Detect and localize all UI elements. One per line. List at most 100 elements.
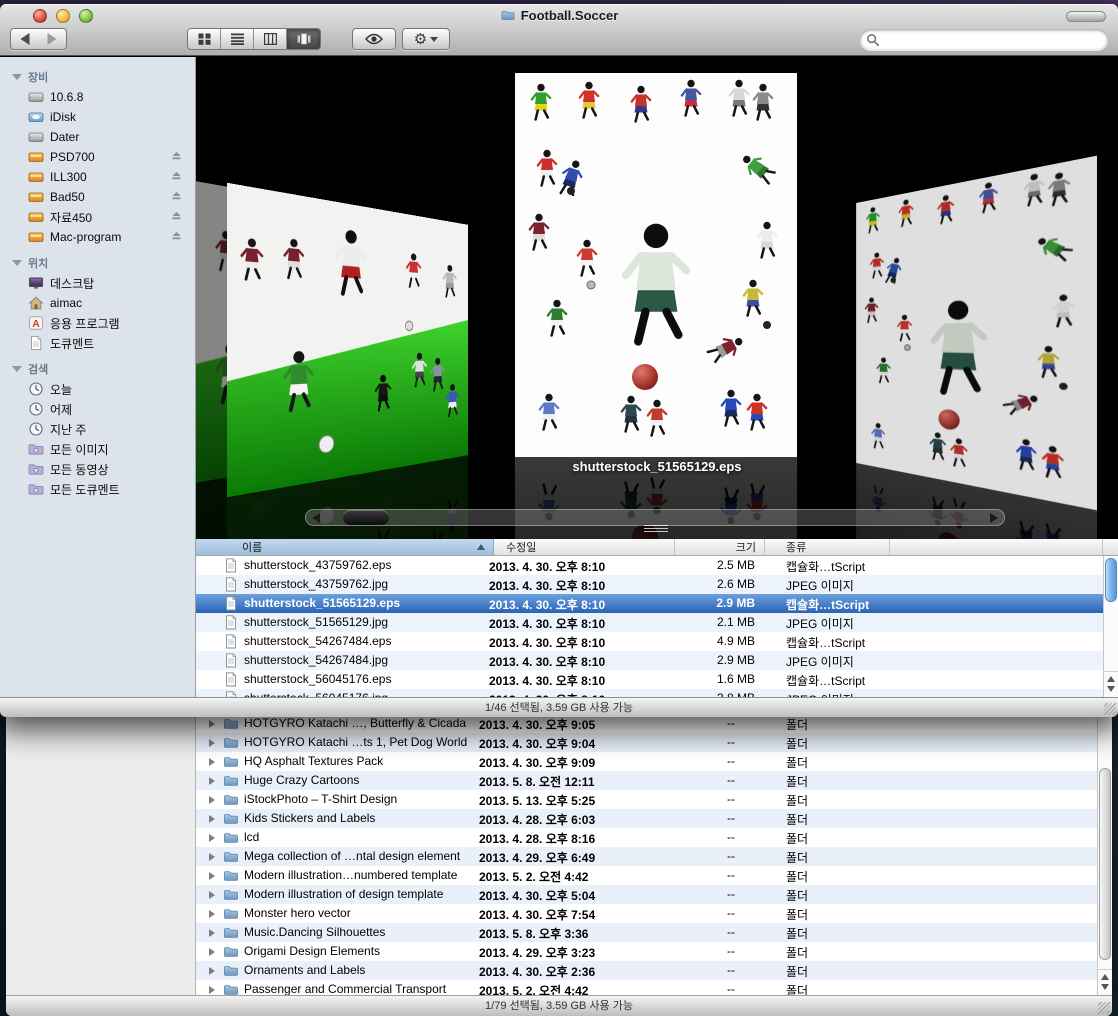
scrollbar-arrows[interactable] bbox=[1098, 969, 1112, 995]
table-row[interactable]: Ornaments and Labels2013. 4. 30. 오후 2:36… bbox=[196, 961, 1097, 980]
sidebar-item[interactable]: 10.6.8 bbox=[0, 87, 195, 107]
table-row[interactable]: Kids Stickers and Labels2013. 4. 28. 오후 … bbox=[196, 809, 1097, 828]
disclosure-triangle-icon[interactable] bbox=[209, 777, 215, 785]
disclosure-triangle-icon[interactable] bbox=[209, 929, 215, 937]
back-button[interactable] bbox=[10, 28, 39, 50]
table-row[interactable]: shutterstock_54267484.jpg2013. 4. 30. 오후… bbox=[196, 651, 1103, 670]
file-list-vertical-scrollbar[interactable] bbox=[1103, 556, 1118, 697]
sidebar-item[interactable]: 도큐멘트 bbox=[0, 333, 195, 353]
coverflow-scroll-left-icon[interactable] bbox=[312, 513, 320, 523]
scroll-down-icon[interactable] bbox=[1101, 984, 1109, 990]
resize-grip-icon[interactable] bbox=[1098, 1002, 1110, 1014]
sidebar-item[interactable]: 데스크탑 bbox=[0, 273, 195, 293]
quick-look-button[interactable] bbox=[352, 28, 396, 50]
sidebar-item[interactable]: Bad50 bbox=[0, 187, 195, 207]
scrollbar-arrows[interactable] bbox=[1104, 671, 1118, 697]
table-row[interactable]: shutterstock_51565129.eps2013. 4. 30. 오후… bbox=[196, 594, 1103, 613]
sidebar-item[interactable]: 모든 도큐멘트 bbox=[0, 479, 195, 499]
disclosure-triangle-icon[interactable] bbox=[209, 834, 215, 842]
sidebar-section-header[interactable]: 위치 bbox=[12, 255, 195, 271]
table-row[interactable]: shutterstock_56045176.jpg2013. 4. 30. 오후… bbox=[196, 689, 1103, 697]
toolbar-toggle-button[interactable] bbox=[1066, 11, 1106, 22]
column-header-size[interactable]: 크기 bbox=[675, 539, 765, 555]
table-row[interactable]: lcd2013. 4. 28. 오후 8:16--폴더 bbox=[196, 828, 1097, 847]
column-header-name[interactable]: 이름 bbox=[196, 539, 494, 555]
coverflow-scrollbar-thumb[interactable] bbox=[343, 510, 389, 525]
table-row[interactable]: Music.Dancing Silhouettes2013. 5. 8. 오후 … bbox=[196, 923, 1097, 942]
finder-window[interactable]: Football.Soccer ⚙ 장비10.6.8iDisk bbox=[0, 4, 1118, 717]
scroll-up-icon[interactable] bbox=[1101, 974, 1109, 980]
disclosure-triangle-icon[interactable] bbox=[209, 853, 215, 861]
forward-button[interactable] bbox=[38, 28, 67, 50]
disclosure-triangle-icon[interactable] bbox=[209, 891, 215, 899]
disclosure-triangle-icon[interactable] bbox=[209, 948, 215, 956]
sidebar-item[interactable]: 모든 이미지 bbox=[0, 439, 195, 459]
coverflow-cover-left[interactable] bbox=[227, 183, 468, 497]
eject-button[interactable] bbox=[170, 209, 183, 225]
table-row[interactable]: Huge Crazy Cartoons2013. 5. 8. 오전 12:11-… bbox=[196, 771, 1097, 790]
table-row[interactable]: shutterstock_43759762.eps2013. 4. 30. 오후… bbox=[196, 556, 1103, 575]
coverflow-cover-selected[interactable] bbox=[515, 73, 797, 457]
disclosure-triangle-icon[interactable] bbox=[209, 872, 215, 880]
sidebar-item[interactable]: 응용 프로그램 bbox=[0, 313, 195, 333]
action-menu-button[interactable]: ⚙ bbox=[402, 28, 450, 50]
sidebar-section-header[interactable]: 검색 bbox=[12, 361, 195, 377]
disclosure-triangle-icon[interactable] bbox=[209, 986, 215, 994]
sidebar-item[interactable]: PSD700 bbox=[0, 147, 195, 167]
scroll-up-icon[interactable] bbox=[1107, 676, 1115, 682]
coverflow-cover-right[interactable] bbox=[856, 156, 1097, 511]
column-header-kind[interactable]: 종류 bbox=[765, 539, 890, 555]
table-row[interactable]: HOTGYRO Katachi …ts 1, Pet Dog World2013… bbox=[196, 733, 1097, 752]
table-row[interactable]: Modern illustration of design template20… bbox=[196, 885, 1097, 904]
disclosure-triangle-icon[interactable] bbox=[12, 74, 22, 80]
table-row[interactable]: Passenger and Commercial Transport2013. … bbox=[196, 980, 1097, 995]
sidebar-item[interactable]: 모든 동영상 bbox=[0, 459, 195, 479]
disclosure-triangle-icon[interactable] bbox=[209, 967, 215, 975]
sidebar-item[interactable]: aimac bbox=[0, 293, 195, 313]
table-row[interactable]: shutterstock_54267484.eps2013. 4. 30. 오후… bbox=[196, 632, 1103, 651]
scroll-down-icon[interactable] bbox=[1107, 686, 1115, 692]
search-field[interactable] bbox=[860, 29, 1108, 50]
view-icon-button[interactable] bbox=[188, 29, 221, 49]
disclosure-triangle-icon[interactable] bbox=[209, 815, 215, 823]
disclosure-triangle-icon[interactable] bbox=[209, 739, 215, 747]
table-row[interactable]: shutterstock_56045176.eps2013. 4. 30. 오후… bbox=[196, 670, 1103, 689]
sidebar-item[interactable]: ILL300 bbox=[0, 167, 195, 187]
resize-grip-icon[interactable] bbox=[1104, 703, 1116, 715]
column-header-date[interactable]: 수정일 bbox=[494, 539, 675, 555]
eject-button[interactable] bbox=[170, 149, 183, 165]
sidebar-item[interactable]: 자료450 bbox=[0, 207, 195, 227]
disclosure-triangle-icon[interactable] bbox=[209, 758, 215, 766]
coverflow-scrollbar[interactable] bbox=[305, 509, 1005, 526]
disclosure-triangle-icon[interactable] bbox=[209, 910, 215, 918]
table-row[interactable]: shutterstock_43759762.jpg2013. 4. 30. 오후… bbox=[196, 575, 1103, 594]
disclosure-triangle-icon[interactable] bbox=[12, 366, 22, 372]
table-row[interactable]: Origami Design Elements2013. 4. 29. 오후 3… bbox=[196, 942, 1097, 961]
sidebar-item[interactable]: 지난 주 bbox=[0, 419, 195, 439]
view-list-button[interactable] bbox=[221, 29, 254, 49]
disclosure-triangle-icon[interactable] bbox=[209, 796, 215, 804]
sidebar-item[interactable]: iDisk bbox=[0, 107, 195, 127]
table-row[interactable]: iStockPhoto – T-Shirt Design2013. 5. 13.… bbox=[196, 790, 1097, 809]
sidebar-section-header[interactable]: 장비 bbox=[12, 69, 195, 85]
table-row[interactable]: shutterstock_51565129.jpg2013. 4. 30. 오후… bbox=[196, 613, 1103, 632]
scrollbar-thumb[interactable] bbox=[1099, 768, 1111, 960]
table-row[interactable]: Mega collection of …ntal design element2… bbox=[196, 847, 1097, 866]
sidebar-item[interactable]: Dater bbox=[0, 127, 195, 147]
scrollbar-thumb[interactable] bbox=[1105, 558, 1117, 602]
disclosure-triangle-icon[interactable] bbox=[12, 260, 22, 266]
sidebar-item[interactable]: 어제 bbox=[0, 399, 195, 419]
search-input[interactable] bbox=[884, 32, 1108, 48]
table-row[interactable]: Modern illustration…numbered template201… bbox=[196, 866, 1097, 885]
disclosure-triangle-icon[interactable] bbox=[209, 720, 215, 728]
sidebar-item[interactable]: Mac-program bbox=[0, 227, 195, 247]
table-row[interactable]: HQ Asphalt Textures Pack2013. 4. 30. 오후 … bbox=[196, 752, 1097, 771]
sidebar-item[interactable]: 오늘 bbox=[0, 379, 195, 399]
eject-button[interactable] bbox=[170, 229, 183, 245]
view-column-button[interactable] bbox=[254, 29, 287, 49]
table-row[interactable]: Monster hero vector2013. 4. 30. 오후 7:54-… bbox=[196, 904, 1097, 923]
eject-button[interactable] bbox=[170, 169, 183, 185]
coverflow-resize-grip-icon[interactable] bbox=[644, 525, 668, 534]
view-coverflow-button[interactable] bbox=[287, 29, 320, 49]
eject-button[interactable] bbox=[170, 189, 183, 205]
